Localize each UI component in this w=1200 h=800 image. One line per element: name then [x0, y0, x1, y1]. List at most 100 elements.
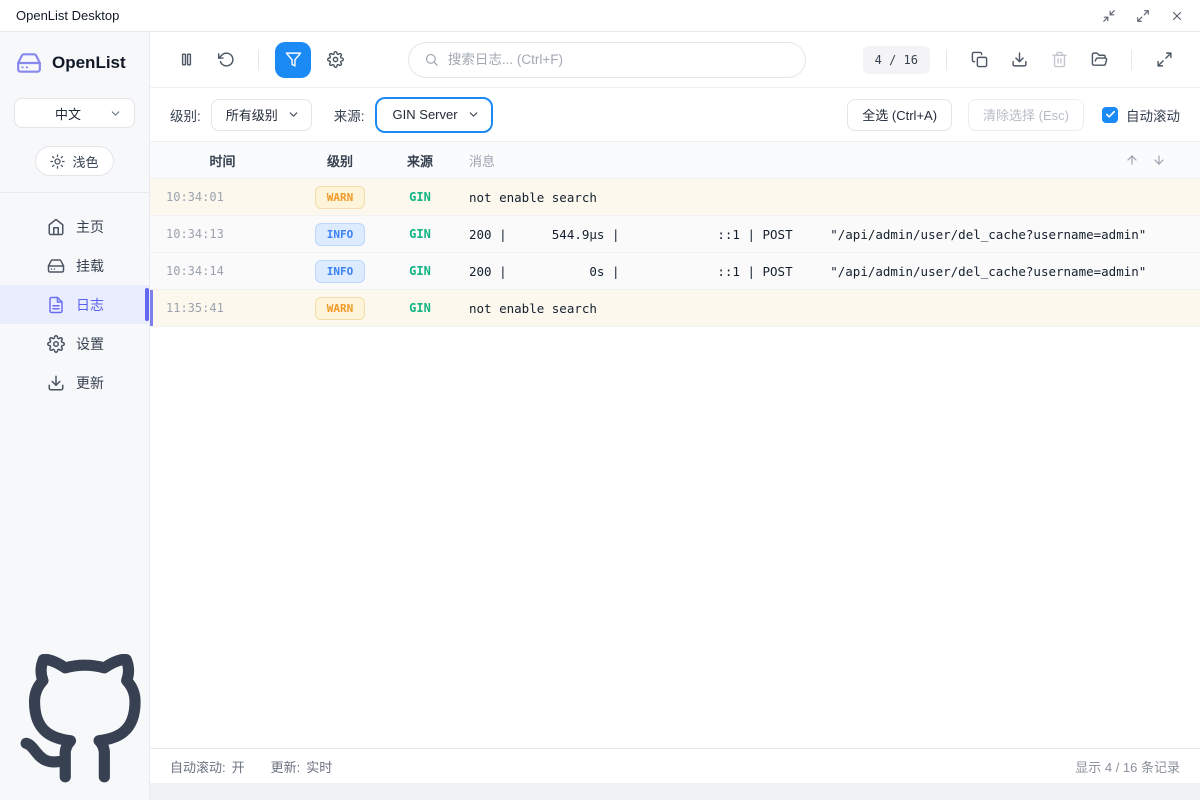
- clear-selection-button[interactable]: 清除选择 (Esc): [968, 99, 1084, 131]
- home-icon: [47, 218, 65, 236]
- log-message: 200 | 544.9µs | ::1 | POST "/api/admin/u…: [455, 227, 1200, 242]
- log-level-badge: WARN: [315, 186, 366, 209]
- sort-desc-icon[interactable]: [1152, 153, 1166, 167]
- status-bar: 自动滚动:开 更新:实时 显示 4 / 16 条记录: [150, 748, 1200, 783]
- source-filter-label: 来源:: [334, 105, 365, 125]
- log-row[interactable]: 10:34:14 INFO GIN 200 | 0s | ::1 | POST …: [150, 253, 1200, 290]
- toolbar-divider: [1131, 50, 1132, 70]
- app-window: OpenList Desktop OpenList 中文 浅色 主页: [0, 0, 1200, 800]
- refresh-icon: [218, 51, 235, 68]
- window-controls: [1102, 9, 1184, 23]
- autoscroll-checkbox[interactable]: [1102, 107, 1118, 123]
- check-icon: [1105, 109, 1116, 120]
- window-minimize-icon[interactable]: [1102, 9, 1116, 23]
- brand-name: OpenList: [52, 53, 126, 73]
- sidebar-nav: 主页 挂载 日志 设置 更新: [0, 207, 149, 402]
- log-message: not enable search: [455, 190, 1200, 205]
- sidebar-item-logs[interactable]: 日志: [0, 285, 149, 324]
- funnel-icon: [285, 51, 302, 68]
- log-toolbar: 4 / 16: [150, 32, 1200, 88]
- gear-icon: [327, 51, 344, 68]
- brand: OpenList: [0, 32, 149, 82]
- window-maximize-icon[interactable]: [1136, 9, 1150, 23]
- log-source: GIN: [385, 190, 455, 204]
- fullscreen-button[interactable]: [1148, 44, 1180, 76]
- github-icon[interactable]: [15, 654, 149, 788]
- search-input[interactable]: [448, 52, 790, 67]
- log-source: GIN: [385, 301, 455, 315]
- filter-bar: 级别: 所有级别 来源: GIN Server 全选 (Ctrl+A) 清除选择…: [150, 88, 1200, 142]
- expand-icon: [1156, 51, 1173, 68]
- log-settings-button[interactable]: [319, 44, 351, 76]
- log-time: 10:34:14: [150, 264, 295, 278]
- file-text-icon: [47, 296, 65, 314]
- level-filter-label: 级别:: [170, 105, 201, 125]
- log-row[interactable]: 11:35:41 WARN GIN not enable search: [150, 290, 1200, 327]
- language-select[interactable]: 中文: [14, 98, 135, 128]
- theme-toggle-button[interactable]: 浅色: [35, 146, 113, 176]
- sort-controls: [1125, 153, 1200, 167]
- select-all-button[interactable]: 全选 (Ctrl+A): [847, 99, 952, 131]
- header-time: 时间: [150, 151, 295, 170]
- log-level-badge: INFO: [315, 223, 366, 246]
- window-title: OpenList Desktop: [16, 8, 119, 23]
- pause-button[interactable]: [170, 44, 202, 76]
- sidebar-footer: [0, 654, 149, 800]
- pause-icon: [178, 51, 195, 68]
- copy-button[interactable]: [963, 44, 995, 76]
- chevron-down-icon: [109, 107, 122, 120]
- header-message: 消息: [455, 151, 1125, 170]
- open-folder-button[interactable]: [1083, 44, 1115, 76]
- log-message: not enable search: [455, 301, 1200, 316]
- status-update: 更新:实时: [271, 757, 333, 776]
- sidebar-item-home[interactable]: 主页: [0, 207, 149, 246]
- search-icon: [424, 52, 439, 67]
- toolbar-divider: [946, 50, 947, 70]
- export-button[interactable]: [1003, 44, 1035, 76]
- sidebar: OpenList 中文 浅色 主页 挂载 日志 设置 更新: [0, 32, 150, 800]
- log-counter: 4 / 16: [863, 46, 930, 74]
- sidebar-divider: [0, 192, 149, 193]
- theme-label: 浅色: [72, 152, 98, 171]
- source-filter-select[interactable]: GIN Server: [375, 97, 493, 133]
- log-message: 200 | 0s | ::1 | POST "/api/admin/user/d…: [455, 264, 1200, 279]
- sidebar-item-update[interactable]: 更新: [0, 363, 149, 402]
- log-row[interactable]: 10:34:01 WARN GIN not enable search: [150, 179, 1200, 216]
- trash-icon: [1051, 51, 1068, 68]
- copy-icon: [971, 51, 988, 68]
- window-close-icon[interactable]: [1170, 9, 1184, 23]
- filter-button[interactable]: [275, 42, 311, 78]
- download-icon: [47, 374, 65, 392]
- titlebar: OpenList Desktop: [0, 0, 1200, 32]
- drive-icon: [47, 257, 65, 275]
- header-source: 来源: [385, 151, 455, 170]
- folder-open-icon: [1091, 51, 1108, 68]
- log-source: GIN: [385, 264, 455, 278]
- status-record-count: 显示 4 / 16 条记录: [1075, 757, 1180, 776]
- level-filter-select[interactable]: 所有级别: [211, 99, 312, 131]
- log-row[interactable]: 10:34:13 INFO GIN 200 | 544.9µs | ::1 | …: [150, 216, 1200, 253]
- log-source: GIN: [385, 227, 455, 241]
- log-table: 时间 级别 来源 消息 10:34:01 WARN GIN not enable…: [150, 142, 1200, 748]
- delete-button[interactable]: [1043, 44, 1075, 76]
- main-panel: 4 / 16: [150, 32, 1200, 800]
- log-level-badge: INFO: [315, 260, 366, 283]
- brand-logo-icon: [16, 50, 42, 76]
- sidebar-item-mount[interactable]: 挂载: [0, 246, 149, 285]
- log-time: 10:34:13: [150, 227, 295, 241]
- autoscroll-label: 自动滚动: [1126, 105, 1180, 125]
- autoscroll-checkbox-wrap[interactable]: 自动滚动: [1102, 105, 1180, 125]
- source-filter-value: GIN Server: [393, 107, 458, 122]
- search-box: [408, 42, 806, 78]
- toolbar-divider: [258, 50, 259, 70]
- sun-icon: [50, 154, 65, 169]
- table-header: 时间 级别 来源 消息: [150, 142, 1200, 179]
- level-filter-value: 所有级别: [226, 105, 278, 124]
- log-time: 11:35:41: [150, 301, 295, 315]
- status-autoscroll: 自动滚动:开: [170, 757, 245, 776]
- sidebar-item-settings[interactable]: 设置: [0, 324, 149, 363]
- language-value: 中文: [27, 104, 109, 123]
- refresh-button[interactable]: [210, 44, 242, 76]
- bottom-strip: [150, 783, 1200, 800]
- sort-asc-icon[interactable]: [1125, 153, 1139, 167]
